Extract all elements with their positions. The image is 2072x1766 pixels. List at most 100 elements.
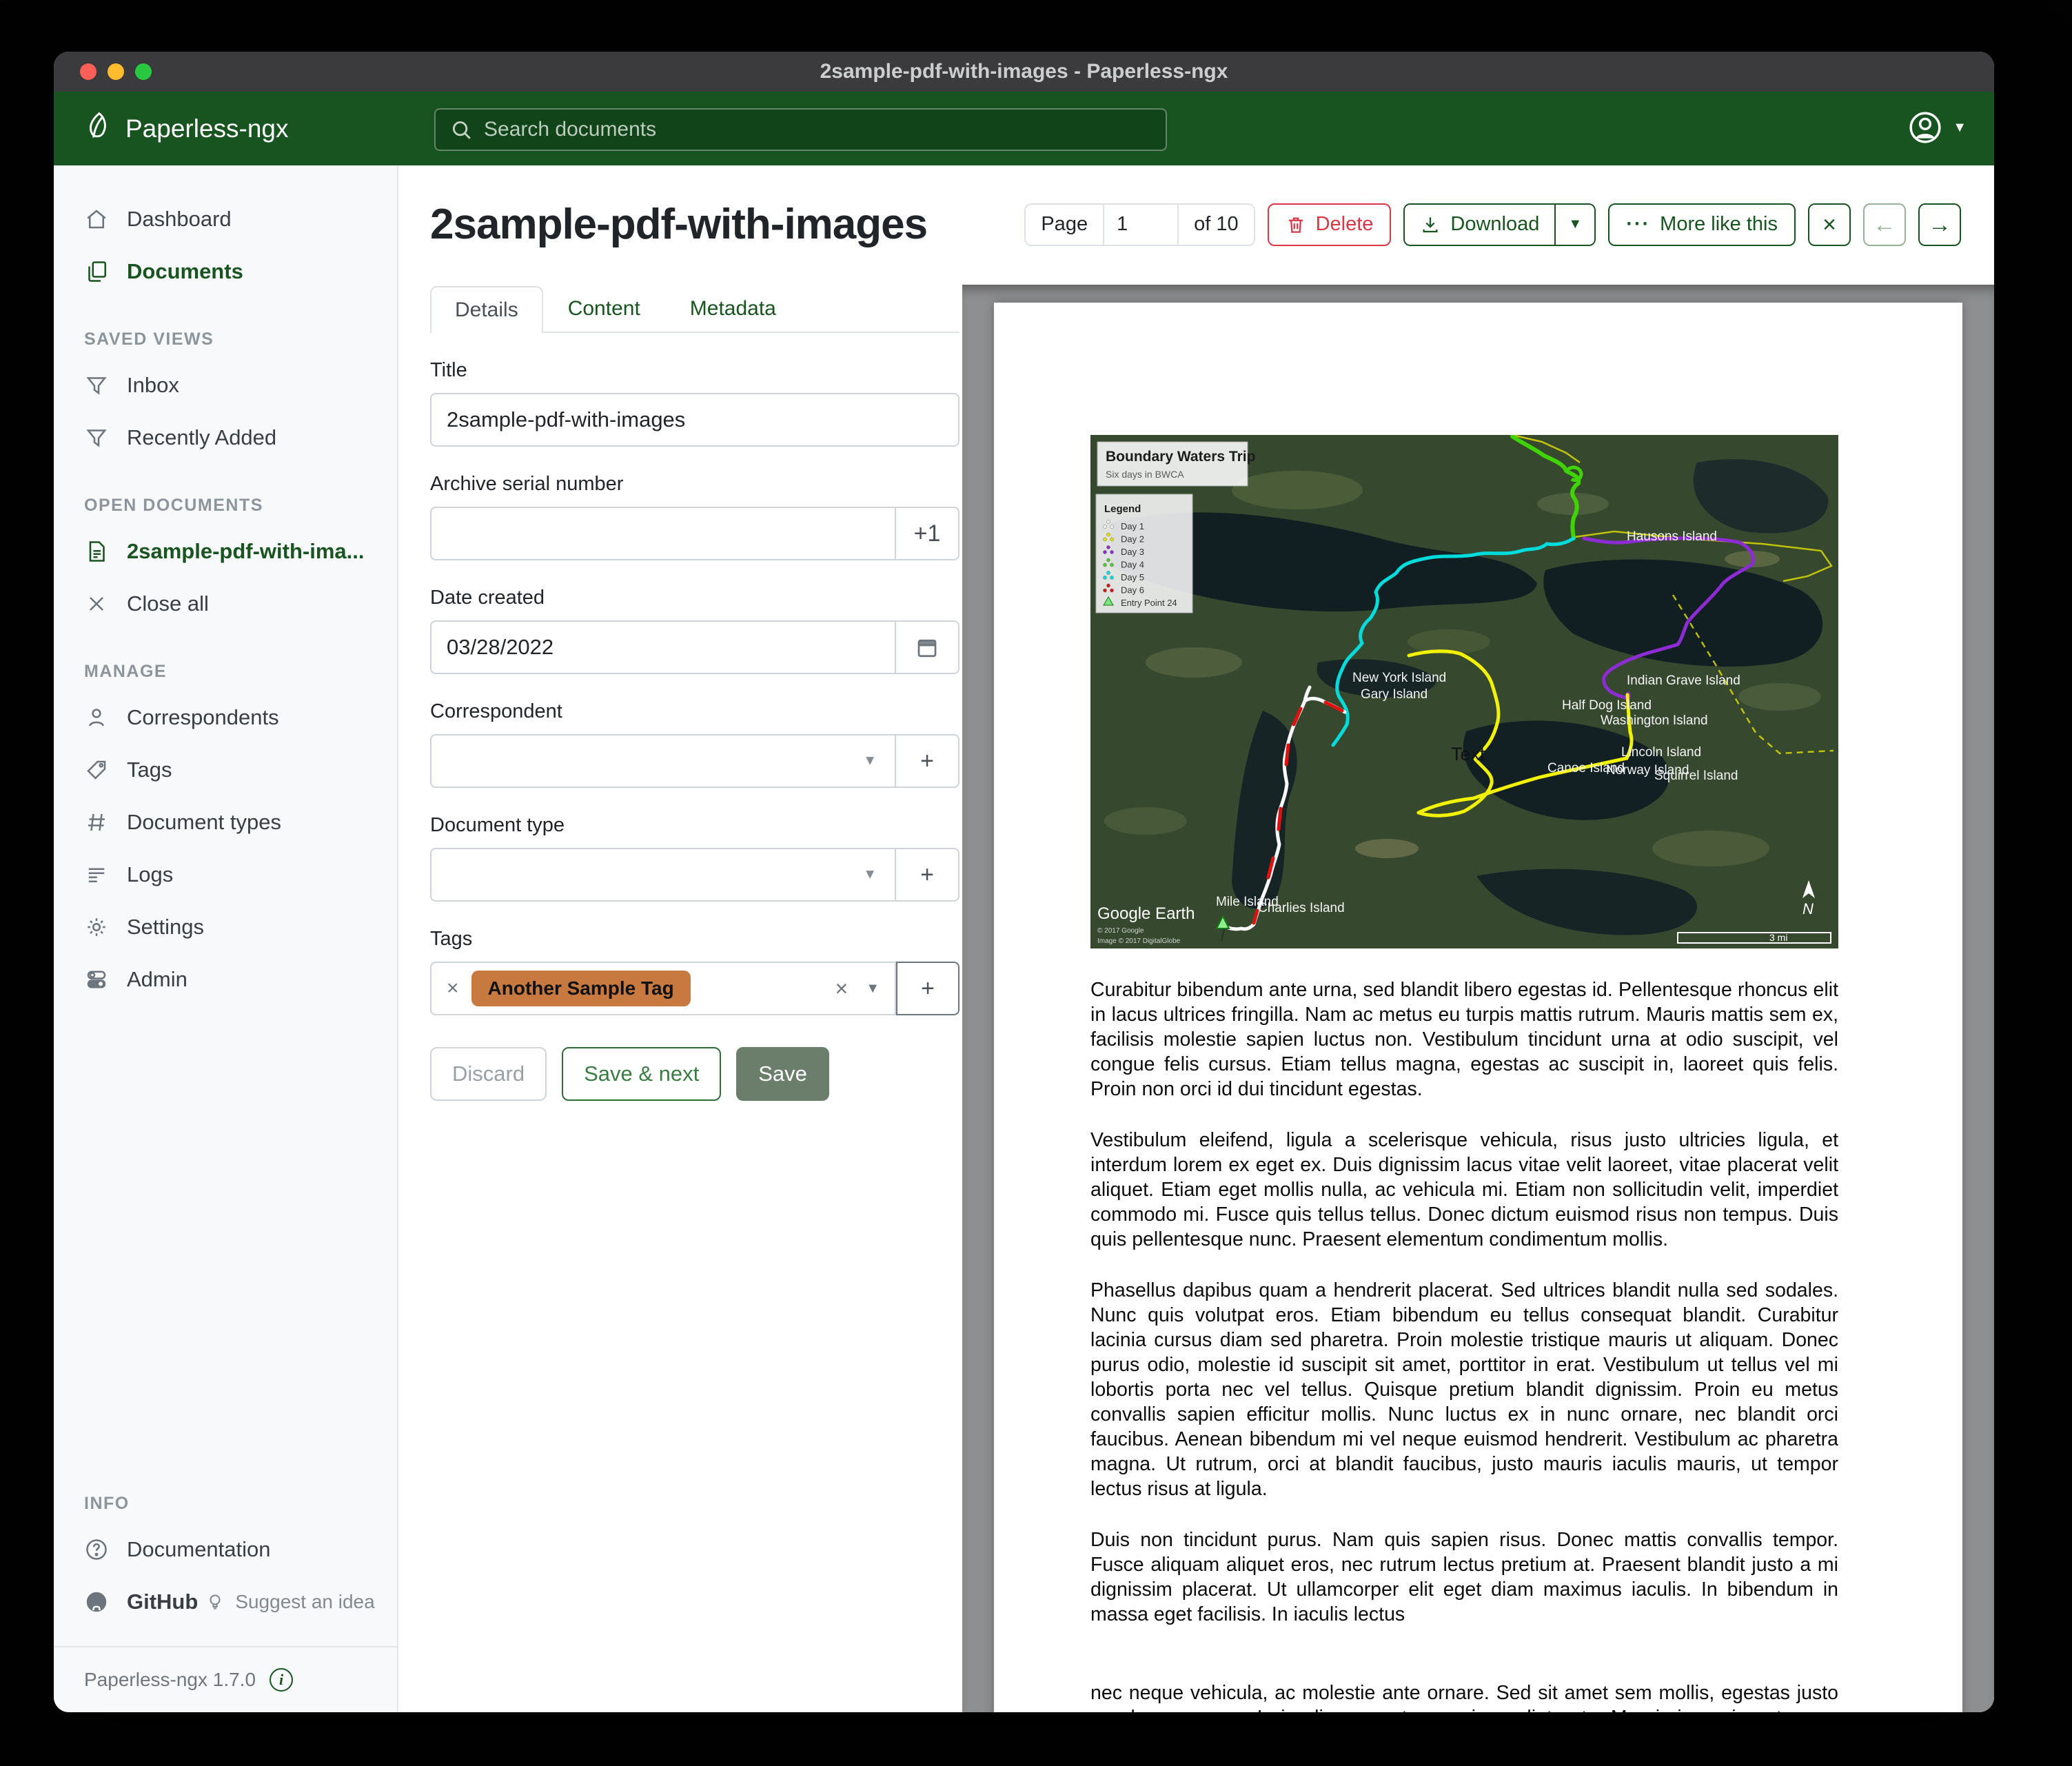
suggest-an-idea-link[interactable]: Suggest an idea: [205, 1591, 374, 1613]
island-label: Lincoln Island: [1621, 745, 1701, 760]
filter-icon: [84, 425, 109, 450]
asn-field-label: Archive serial number: [430, 473, 959, 496]
sidebar-item-github[interactable]: GitHub: [54, 1576, 205, 1628]
sidebar-item-label: GitHub: [127, 1590, 198, 1614]
sidebar-item-label: Inbox: [127, 373, 179, 398]
pdf-viewer[interactable]: Hausons IslandNew York IslandGary Island…: [962, 285, 1994, 1712]
app-header: Paperless-ngx ▼: [54, 92, 1994, 165]
tags-select[interactable]: × Another Sample Tag × ▼: [430, 962, 896, 1015]
tab-metadata[interactable]: Metadata: [665, 285, 801, 332]
sidebar-item-dashboard[interactable]: Dashboard: [54, 193, 397, 245]
svg-text:Day 4: Day 4: [1121, 560, 1144, 570]
sidebar-item-label: Settings: [127, 915, 204, 940]
version-label: Paperless-ngx 1.7.0: [84, 1669, 256, 1691]
island-label: Squirrel Island: [1654, 769, 1738, 783]
island-label: Hausons Island: [1627, 529, 1717, 544]
sidebar-item-correspondents[interactable]: Correspondents: [54, 691, 397, 744]
sidebar-item-label: Document types: [127, 810, 281, 835]
island-label: Washington Island: [1601, 713, 1708, 728]
map-legend: Legend Day 1Day 2Day 3Day 4Day 5Day 6Ent…: [1096, 494, 1192, 613]
add-document-type-button[interactable]: +: [896, 848, 959, 902]
user-avatar-icon: [1907, 110, 1943, 145]
more-like-this-label: More like this: [1660, 213, 1778, 236]
hash-icon: [84, 810, 109, 835]
pdf-paragraph: Duis non tincidunt purus. Nam quis sapie…: [1090, 1528, 1838, 1627]
search-icon: [449, 118, 473, 141]
clear-tags-icon[interactable]: ×: [835, 976, 849, 1002]
svg-text:Day 6: Day 6: [1121, 585, 1144, 596]
save-button[interactable]: Save: [736, 1047, 829, 1101]
sidebar-item-label: Close all: [127, 591, 209, 616]
correspondent-label: Correspondent: [430, 700, 959, 723]
remove-tag-icon[interactable]: ×: [447, 977, 459, 1000]
add-tag-button[interactable]: +: [896, 962, 959, 1015]
date-picker-button[interactable]: [896, 620, 959, 674]
document-type-select[interactable]: [430, 848, 896, 902]
sidebar-item-label: Logs: [127, 862, 173, 887]
correspondent-select[interactable]: [430, 734, 896, 788]
date-created-input[interactable]: [430, 620, 896, 674]
sidebar-section-heading: INFO: [54, 1494, 397, 1523]
download-label: Download: [1450, 213, 1539, 236]
search-input[interactable]: [484, 118, 1152, 141]
tab-content[interactable]: Content: [543, 285, 665, 332]
main-panel: 2sample-pdf-with-images Page of 10 Delet…: [398, 165, 1994, 1712]
save-and-next-button[interactable]: Save & next: [562, 1047, 721, 1101]
svg-text:Image © 2017 DigitalGlobe: Image © 2017 DigitalGlobe: [1097, 937, 1181, 945]
discard-button[interactable]: Discard: [430, 1047, 547, 1101]
download-button[interactable]: Download: [1405, 205, 1554, 245]
island-label: Charlies Island: [1258, 901, 1345, 915]
info-icon[interactable]: i: [270, 1668, 293, 1692]
pdf-body-text: Curabitur bibendum ante urna, sed blandi…: [1090, 977, 1838, 1712]
add-correspondent-button[interactable]: +: [896, 734, 959, 788]
page-number-input[interactable]: [1103, 205, 1179, 245]
sidebar-item-document-types[interactable]: Document types: [54, 796, 397, 849]
sidebar-item-tags[interactable]: Tags: [54, 744, 397, 796]
person-icon: [84, 705, 109, 730]
dots-icon: ···: [1626, 213, 1650, 236]
next-document-button[interactable]: →: [1918, 203, 1961, 246]
download-options-button[interactable]: ▼: [1554, 205, 1594, 245]
asn-plus-one-button[interactable]: +1: [896, 507, 959, 560]
tag-chip[interactable]: Another Sample Tag: [471, 971, 691, 1006]
sidebar-item-label: Dashboard: [127, 207, 232, 232]
svg-text:Day 1: Day 1: [1121, 521, 1144, 531]
chevron-down-icon: ▼: [1953, 120, 1967, 136]
sidebar-item-documents[interactable]: Documents: [54, 245, 397, 298]
caret-down-icon: ▼: [1568, 216, 1582, 232]
sidebar-item-close-all[interactable]: Close all: [54, 578, 397, 630]
app-name: Paperless-ngx: [125, 114, 289, 143]
sidebar-item-admin[interactable]: Admin: [54, 953, 397, 1006]
file-text-icon: [84, 539, 109, 564]
home-icon: [84, 207, 109, 232]
tab-details[interactable]: Details: [430, 286, 543, 333]
page-navigator: Page of 10: [1024, 203, 1255, 246]
sidebar-item-settings[interactable]: Settings: [54, 901, 397, 953]
more-like-this-button[interactable]: ··· More like this: [1608, 203, 1796, 246]
island-label: Indian Grave Island: [1627, 673, 1740, 688]
sidebar-item-recently-added[interactable]: Recently Added: [54, 412, 397, 464]
gear-icon: [84, 915, 109, 940]
app-brand[interactable]: Paperless-ngx: [83, 110, 289, 147]
window-title: 2sample-pdf-with-images - Paperless-ngx: [54, 60, 1994, 83]
sidebar-item-inbox[interactable]: Inbox: [54, 359, 397, 412]
sidebar-item-label: Correspondents: [127, 705, 279, 730]
search-bar[interactable]: [434, 108, 1167, 151]
sidebar-item-logs[interactable]: Logs: [54, 849, 397, 901]
svg-text:Day 2: Day 2: [1121, 534, 1144, 545]
sidebar-item-2sample-pdf-with-ima[interactable]: 2sample-pdf-with-ima...: [54, 525, 397, 578]
user-menu[interactable]: ▼: [1907, 110, 1967, 145]
sidebar-section-heading: OPEN DOCUMENTS: [54, 464, 397, 525]
title-input[interactable]: [430, 393, 959, 447]
tag-icon: [84, 758, 109, 782]
delete-button[interactable]: Delete: [1268, 203, 1392, 246]
asn-input[interactable]: [430, 507, 896, 560]
previous-document-button[interactable]: ←: [1863, 203, 1906, 246]
documents-icon: [84, 259, 109, 284]
sidebar-item-documentation[interactable]: Documentation: [54, 1523, 397, 1576]
pdf-page: Hausons IslandNew York IslandGary Island…: [994, 303, 1962, 1712]
close-document-button[interactable]: ×: [1808, 203, 1851, 246]
tags-label: Tags: [430, 928, 959, 951]
delete-label: Delete: [1316, 213, 1374, 236]
title-field-label: Title: [430, 359, 959, 382]
